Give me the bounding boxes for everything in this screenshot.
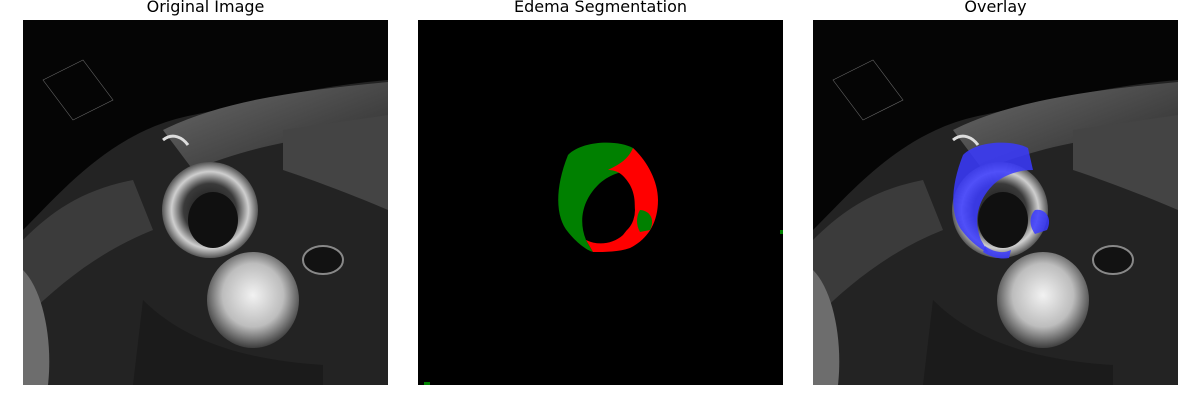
- overlay-image: [813, 20, 1178, 385]
- panel-title-original: Original Image: [146, 0, 265, 16]
- panel-title-segmentation: Edema Segmentation: [513, 0, 688, 16]
- segmentation-panel: [418, 20, 783, 385]
- original-mri-image: [23, 20, 388, 385]
- panel-title-overlay: Overlay: [964, 0, 1027, 16]
- original-image-panel: [23, 20, 388, 385]
- edema-segmentation-mask: [418, 20, 783, 385]
- overlay-panel: [813, 20, 1178, 385]
